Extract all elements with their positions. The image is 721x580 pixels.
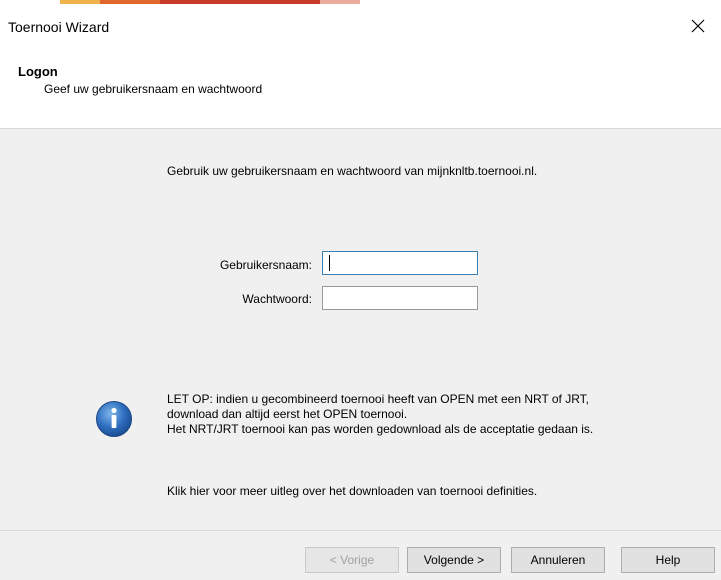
note-acceptance: Het NRT/JRT toernooi kan pas worden gedo… [167, 422, 594, 436]
page-title: Logon [18, 64, 58, 79]
help-link[interactable]: Klik hier voor meer uitleg over het down… [167, 484, 537, 498]
help-button[interactable]: Help [621, 547, 715, 573]
wizard-header: Logon Geef uw gebruikersnaam en wachtwoo… [0, 46, 721, 128]
info-note: LET OP: indien u gecombineerd toernooi h… [167, 392, 607, 437]
page-subtitle: Geef uw gebruikersnaam en wachtwoord [44, 82, 263, 96]
intro-text: Gebruik uw gebruikersnaam en wachtwoord … [167, 164, 538, 178]
password-input[interactable] [322, 286, 478, 310]
note-warning: LET OP: indien u gecombineerd toernooi h… [167, 392, 590, 421]
next-button[interactable]: Volgende > [407, 547, 501, 573]
text-caret [329, 255, 330, 271]
accent-segment [320, 0, 360, 4]
username-input[interactable] [322, 251, 478, 275]
close-button[interactable] [675, 6, 721, 46]
title-bar[interactable]: Toernooi Wizard [0, 6, 721, 46]
cancel-button[interactable]: Annuleren [511, 547, 605, 573]
accent-segment [100, 0, 160, 4]
username-label: Gebruikersnaam: [219, 258, 312, 272]
close-icon [691, 19, 705, 33]
accent-segment [160, 0, 320, 4]
back-button[interactable]: < Vorige [305, 547, 399, 573]
wizard-content: Gebruik uw gebruikersnaam en wachtwoord … [0, 129, 721, 530]
window-title: Toernooi Wizard [8, 19, 110, 35]
password-label: Wachtwoord: [242, 292, 312, 306]
wizard-footer: < Vorige Volgende > Annuleren Help [0, 531, 721, 580]
accent-segment [60, 0, 100, 4]
info-icon [96, 401, 132, 437]
